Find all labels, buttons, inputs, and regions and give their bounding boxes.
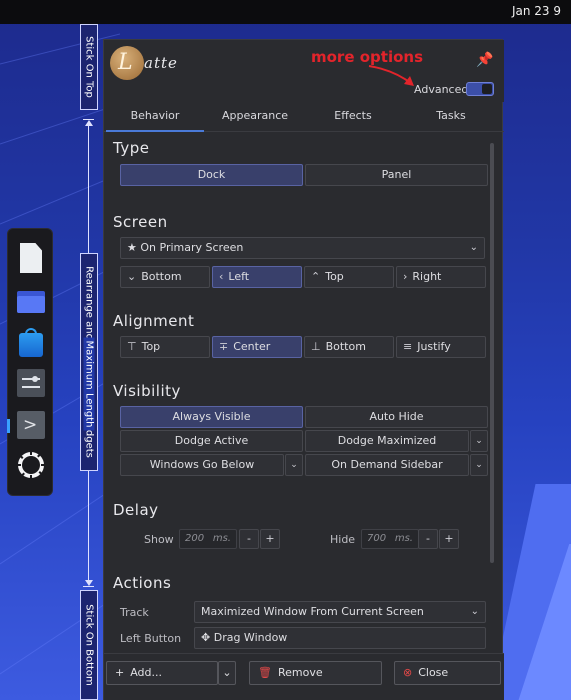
chevron-left-icon: ‹	[219, 270, 224, 283]
show-delay-decrease-button[interactable]: -	[239, 529, 259, 549]
align-top-icon: ⊤	[127, 340, 137, 353]
justify-icon: ≡	[403, 340, 413, 353]
align-top-button[interactable]: ⊤ Top	[120, 336, 210, 358]
close-button[interactable]: ⊗ Close	[394, 661, 501, 685]
dodge-maximized-dropdown[interactable]: ⌄	[470, 430, 488, 452]
edge-bottom-button[interactable]: ⌄ Bottom	[120, 266, 210, 288]
plus-icon: +	[115, 666, 125, 679]
clock[interactable]: Jan 23 9	[512, 4, 561, 18]
align-center-icon: ∓	[219, 340, 229, 353]
edge-right-button[interactable]: › Right	[396, 266, 486, 288]
align-justify-button[interactable]: ≡ Justify	[396, 336, 486, 358]
tab-appearance[interactable]: Appearance	[206, 102, 304, 132]
pin-icon[interactable]: 📌	[476, 52, 494, 70]
section-visibility-title: Visibility	[113, 382, 181, 400]
edge-left-button[interactable]: ‹ Left	[212, 266, 302, 288]
tab-tasks[interactable]: Tasks	[402, 102, 500, 132]
left-button-select[interactable]: ✥ Drag Window	[194, 627, 486, 649]
align-bottom-button[interactable]: ⊥ Bottom	[304, 336, 394, 358]
dock-active-indicator	[7, 419, 10, 433]
maximum-length-label: Maximum Length	[83, 337, 95, 431]
chevron-down-icon: ⌄	[222, 666, 232, 679]
left-button-label: Left Button	[120, 632, 182, 645]
add-dropdown-button[interactable]: ⌄	[218, 661, 236, 685]
latte-gear-icon[interactable]	[15, 449, 47, 481]
section-screen-title: Screen	[113, 213, 168, 231]
latte-logo-text: atte	[144, 54, 178, 72]
chevron-right-icon: ›	[403, 270, 408, 283]
scrollbar[interactable]	[490, 143, 494, 563]
section-type-title: Type	[113, 139, 150, 157]
chevron-up-icon: ⌃	[311, 270, 321, 283]
screen-select-value: On Primary Screen	[140, 241, 244, 254]
tab-bar: Behavior Appearance Effects Tasks	[104, 102, 504, 132]
advanced-label: Advanced	[414, 83, 469, 96]
behavior-panel: Type Dock Panel Screen ★ On Primary Scre…	[104, 133, 504, 653]
section-actions-title: Actions	[113, 574, 172, 592]
edge-top-button[interactable]: ⌃ Top	[304, 266, 394, 288]
window-footer: + Add... ⌄ 🗑 Remove ⊗ Close	[104, 653, 504, 700]
settings-icon[interactable]	[15, 367, 47, 399]
stick-on-top-button[interactable]: Stick On Top	[80, 24, 98, 110]
section-delay-title: Delay	[113, 501, 159, 519]
maximum-length-handle[interactable]: Maximum Length	[80, 324, 98, 444]
track-select[interactable]: Maximized Window From Current Screen ⌄	[194, 601, 486, 623]
type-dock-button[interactable]: Dock	[120, 164, 303, 186]
dodge-active-button[interactable]: Dodge Active	[120, 430, 303, 452]
hide-delay-label: Hide	[330, 533, 356, 546]
on-demand-sidebar-dropdown[interactable]: ⌄	[470, 454, 488, 476]
show-delay-increase-button[interactable]: +	[260, 529, 280, 549]
always-visible-button[interactable]: Always Visible	[120, 406, 303, 428]
wallpaper-waves	[484, 24, 571, 700]
add-button[interactable]: + Add...	[106, 661, 218, 685]
stick-on-top-label: Stick On Top	[83, 36, 95, 98]
align-center-button[interactable]: ∓ Center	[212, 336, 302, 358]
show-delay-label: Show	[144, 533, 174, 546]
move-icon: ✥	[201, 631, 211, 644]
chevron-down-icon: ⌄	[290, 460, 298, 470]
document-icon[interactable]	[15, 243, 47, 275]
chevron-down-icon: ⌄	[469, 242, 478, 253]
folder-icon[interactable]	[15, 285, 47, 317]
edit-ruler: Stick On Top Rearrange and configure you…	[80, 24, 98, 700]
chevron-down-icon: ⌄	[475, 460, 483, 470]
star-icon: ★	[127, 241, 137, 254]
hide-delay-input[interactable]: 700 ms.	[361, 529, 419, 549]
chevron-down-icon: ⌄	[470, 606, 479, 617]
track-label: Track	[120, 606, 149, 619]
latte-settings-window: L atte more options 📌 Advanced Behavior …	[103, 39, 504, 700]
top-panel: Jan 23 9	[0, 0, 571, 24]
hide-delay-decrease-button[interactable]: -	[418, 529, 438, 549]
tab-behavior[interactable]: Behavior	[106, 102, 204, 132]
advanced-toggle[interactable]	[466, 82, 494, 96]
dodge-maximized-button[interactable]: Dodge Maximized	[305, 430, 469, 452]
windows-go-below-button[interactable]: Windows Go Below	[120, 454, 284, 476]
auto-hide-button[interactable]: Auto Hide	[305, 406, 488, 428]
section-alignment-title: Alignment	[113, 312, 195, 330]
type-panel-button[interactable]: Panel	[305, 164, 488, 186]
trash-icon: 🗑	[258, 666, 272, 679]
close-icon: ⊗	[403, 666, 413, 679]
remove-button[interactable]: 🗑 Remove	[249, 661, 382, 685]
latte-logo: L	[110, 46, 144, 80]
chevron-down-icon: ⌄	[475, 436, 483, 446]
terminal-icon[interactable]: >	[15, 409, 47, 441]
hide-delay-increase-button[interactable]: +	[439, 529, 459, 549]
align-bottom-icon: ⊥	[311, 340, 321, 353]
windows-go-below-dropdown[interactable]: ⌄	[285, 454, 303, 476]
window-header: L atte more options 📌 Advanced	[104, 40, 504, 102]
show-delay-input[interactable]: 200 ms.	[179, 529, 237, 549]
stick-on-bottom-label: Stick On Bottom	[83, 604, 95, 686]
store-icon[interactable]	[15, 327, 47, 359]
on-demand-sidebar-button[interactable]: On Demand Sidebar	[305, 454, 469, 476]
tab-effects[interactable]: Effects	[304, 102, 402, 132]
screen-select[interactable]: ★ On Primary Screen ⌄	[120, 237, 485, 259]
latte-dock: >	[7, 228, 53, 496]
stick-on-bottom-button[interactable]: Stick On Bottom	[80, 590, 98, 700]
chevron-down-icon: ⌄	[127, 270, 137, 283]
